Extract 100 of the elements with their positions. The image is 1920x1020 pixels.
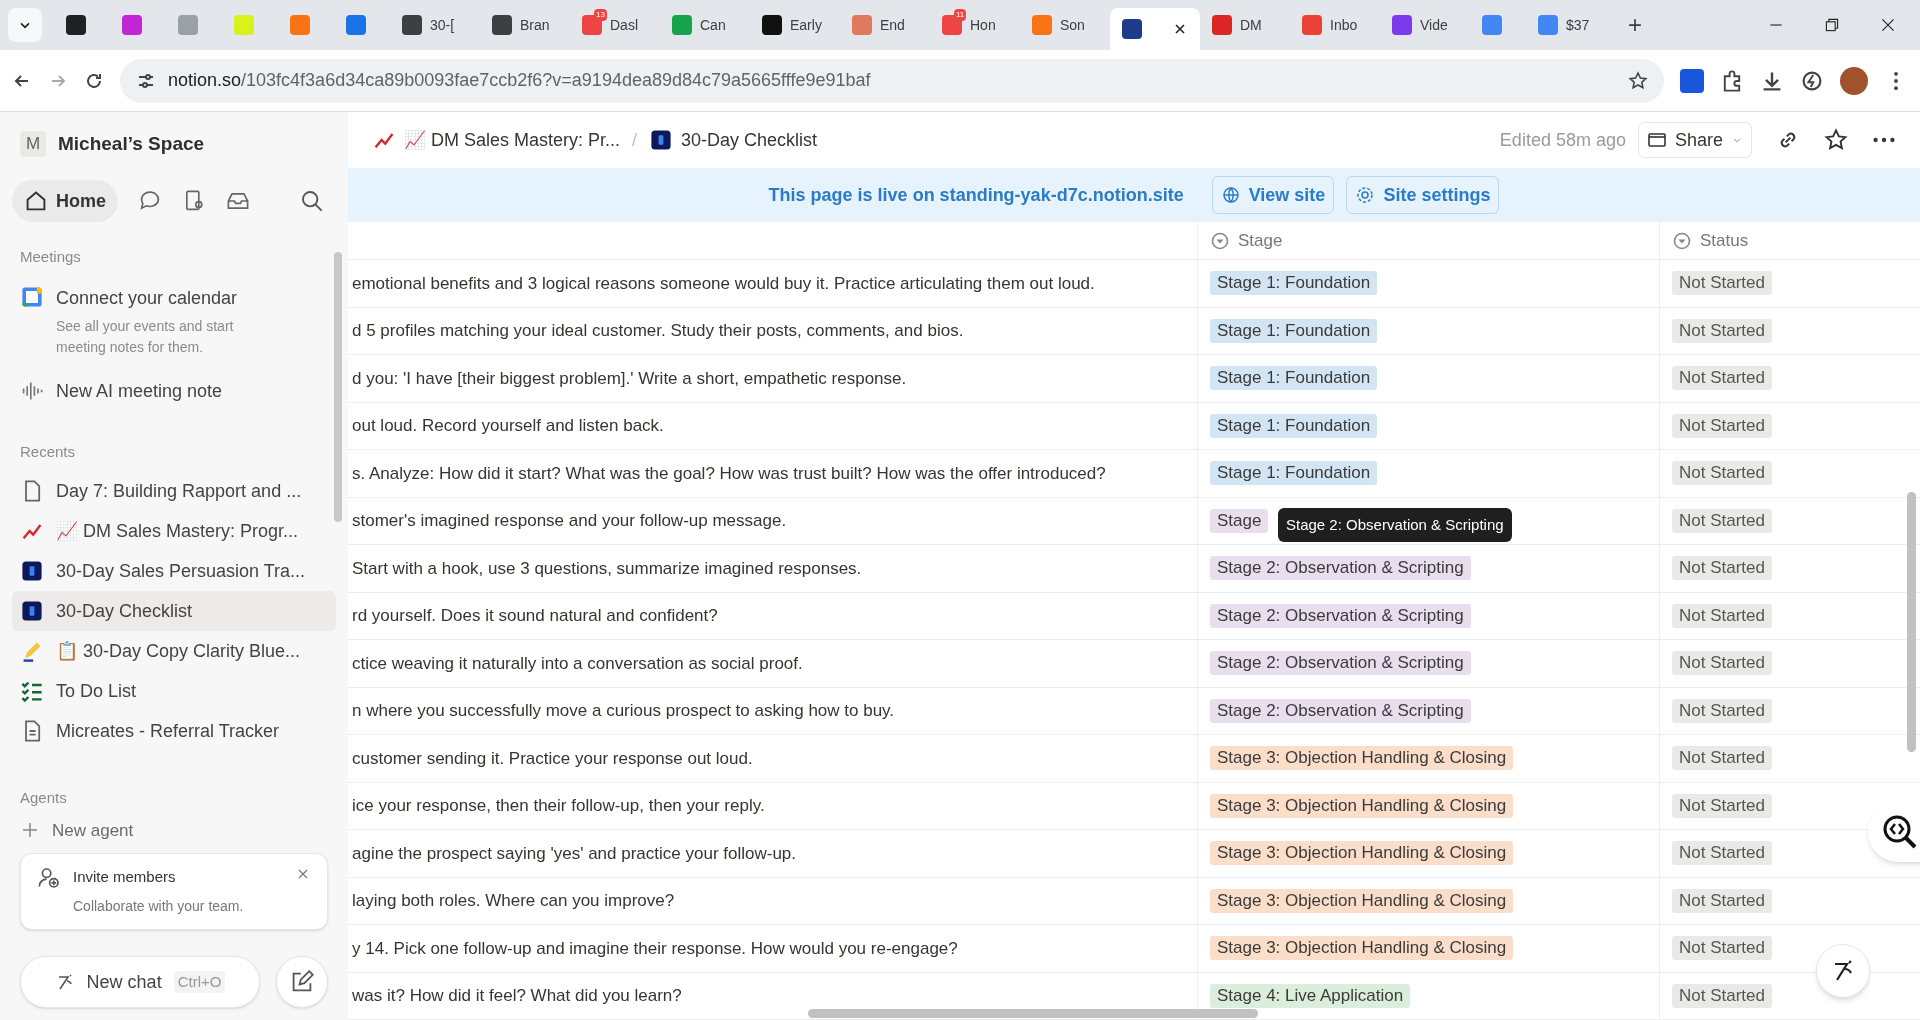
recent-page-item[interactable]: 30-Day Sales Persuasion Tra...: [12, 551, 336, 591]
gear-icon: [1355, 185, 1376, 205]
browser-tab[interactable]: DM: [1200, 7, 1290, 43]
tab-title: Dasl: [610, 15, 638, 35]
browser-tab[interactable]: 11 Hon: [930, 7, 1020, 43]
status-tag: Not Started: [1672, 271, 1772, 296]
new-agent-link[interactable]: New agent: [52, 817, 134, 843]
task-cell: agine the prospect saying 'yes' and practice your follow-up.: [348, 830, 1198, 877]
add-user-icon: [37, 865, 61, 890]
browser-tab[interactable]: End: [840, 7, 930, 43]
invite-description: Collaborate with your team.: [73, 897, 244, 916]
view-site-button[interactable]: View site: [1211, 176, 1335, 214]
stage-tag: Stage 3: Objection Handling & Closing: [1210, 793, 1514, 818]
recent-page-item[interactable]: 30-Day Checklist: [12, 591, 336, 631]
window-icon: [1646, 130, 1667, 150]
browser-tab[interactable]: Early: [750, 7, 840, 43]
tab-title: 30-[: [430, 15, 455, 35]
task-cell: out loud. Record yourself and listen back.: [348, 402, 1198, 449]
task-cell: laying both roles. Where can you improve?: [348, 877, 1198, 924]
breadcrumb-link[interactable]: 30-Day Checklist: [649, 126, 818, 154]
invite-title[interactable]: Invite members: [73, 865, 244, 888]
edited-timestamp: Edited 58m ago: [1499, 128, 1626, 152]
site-settings-button[interactable]: Site settings: [1346, 176, 1500, 214]
search-icon[interactable]: [300, 189, 324, 213]
breadcrumb-link[interactable]: 📈 DM Sales Mastery: Pr...: [372, 126, 621, 154]
stage-tag: Stage 2: Observation & Scripting: [1210, 556, 1471, 581]
recent-page-item[interactable]: To Do List: [12, 671, 336, 711]
recent-page-item[interactable]: 📈 DM Sales Mastery: Progr...: [12, 511, 336, 551]
app-icon: [20, 599, 44, 623]
address-bar[interactable]: notion.so/103fc4f3a6d34ca89b0093fae7ccb2f6?v=a9194dea89d84c79a5665fffe9e91baf: [120, 58, 1664, 103]
status-tag: Not Started: [1672, 508, 1772, 533]
stage-tag: Stage 3: Objection Handling & Closing: [1210, 888, 1514, 913]
checklist-icon: [20, 679, 44, 703]
extension-icon[interactable]: [1680, 68, 1704, 93]
breadcrumb-separator: /: [632, 128, 638, 152]
status-tag: Not Started: [1672, 793, 1772, 818]
task-cell: rd yourself. Does it sound natural and confident?: [348, 592, 1198, 639]
task-cell: Start with a hook, use 3 questions, summarize imagined responses.: [348, 545, 1198, 592]
section-heading: Agents: [19, 788, 68, 808]
task-cell: ice your response, then their follow-up, then your reply.: [348, 782, 1198, 829]
task-cell: n where you successfully move a curious prospect to asking how to buy.: [348, 687, 1198, 734]
column-header[interactable]: Status: [1660, 222, 1920, 259]
horizontal-scrollbar[interactable]: [808, 1009, 1258, 1018]
browser-tab[interactable]: Can: [660, 7, 750, 43]
browser-tab[interactable]: Inbo: [1290, 7, 1380, 43]
globe-icon: [1220, 185, 1241, 205]
tooltip: Stage 2: Observation & Scripting: [1278, 507, 1512, 542]
browser-tab[interactable]: Bran: [480, 7, 570, 43]
new-meeting-note-link[interactable]: New AI meeting note: [56, 377, 223, 405]
status-tag: Not Started: [1672, 698, 1772, 723]
ai-assistant-button[interactable]: [1816, 944, 1870, 998]
recent-page-item[interactable]: 📋 30-Day Copy Clarity Blue...: [12, 631, 336, 671]
new-chat-button[interactable]: New chat Ctrl+O: [20, 956, 260, 1008]
code-search-button[interactable]: [1868, 802, 1920, 862]
vertical-scrollbar[interactable]: [1907, 492, 1916, 752]
recent-page-item[interactable]: Day 7: Building Rapport and ...: [12, 471, 336, 511]
stage-tag: Stage 3: Objection Handling & Closing: [1210, 936, 1514, 961]
calendar-description: See all your events and start meeting notes for them.: [56, 316, 235, 357]
browser-tab[interactable]: 13 Dasl: [570, 7, 660, 43]
favorite-star-icon[interactable]: [1824, 128, 1848, 152]
home-tab[interactable]: Home: [12, 180, 118, 222]
sidebar-scrollbar[interactable]: [334, 252, 342, 522]
browser-tab[interactable]: [1110, 8, 1200, 50]
stage-tag: Stage 2: Observation & Scripting: [1210, 651, 1471, 676]
task-cell: y 14. Pick one follow-up and imagine their response. How would you re-engage?: [348, 925, 1198, 972]
status-tag: Not Started: [1672, 461, 1772, 486]
stage-tag: Stage: [1210, 508, 1269, 533]
task-cell: customer sending it. Practice your response out loud.: [348, 735, 1198, 782]
close-icon[interactable]: [1880, 17, 1896, 33]
task-cell: s. Analyze: How did it start? What was the goal? How was trust built? How was the offer introduced?: [348, 450, 1198, 497]
browser-tab[interactable]: Vide: [1380, 7, 1470, 43]
tab-title: Inbo: [1330, 15, 1358, 35]
new-tab-button[interactable]: +: [1616, 7, 1654, 43]
compose-button[interactable]: [276, 956, 328, 1008]
tab-title: $37: [1566, 15, 1590, 35]
restore-icon[interactable]: [1824, 17, 1840, 33]
browser-tab[interactable]: 30-[: [390, 7, 480, 43]
connect-calendar-link[interactable]: Connect your calendar: [56, 284, 266, 312]
status-tag: Not Started: [1672, 318, 1772, 343]
section-heading: Meetings: [19, 247, 82, 267]
recent-page-item[interactable]: Micreates - Referral Tracker: [12, 711, 336, 751]
task-cell: emotional benefits and 3 logical reasons someone would buy it. Practice articulating them out loud.: [348, 260, 1198, 307]
workspace-name[interactable]: Micheal’s Space: [58, 129, 205, 159]
stage-tag: Stage 4: Live Application: [1210, 983, 1411, 1008]
stage-tag: Stage 2: Observation & Scripting: [1210, 603, 1471, 628]
shortcut-hint: Ctrl+O: [173, 970, 226, 994]
stage-tag: Stage 1: Foundation: [1210, 366, 1378, 391]
chat-bubble-icon[interactable]: [138, 189, 162, 213]
task-cell: ctice weaving it naturally into a conversation as social proof.: [348, 640, 1198, 687]
share-button[interactable]: Share: [1637, 122, 1752, 158]
bookmark-star-icon[interactable]: [1628, 70, 1648, 91]
live-site-notice: This page is live on standing-yak-d7c.notion.site: [768, 183, 1184, 207]
url-text: notion.so/103fc4f3a6d34ca89b0093fae7ccb2f6?v=a9194dea89d84c79a5665fffe9e91baf: [168, 69, 871, 92]
profile-avatar[interactable]: [1840, 66, 1868, 95]
column-header[interactable]: Stage: [1198, 222, 1660, 259]
tab-title: Vide: [1420, 15, 1448, 35]
status-tag: Not Started: [1672, 888, 1772, 913]
browser-tab[interactable]: Son: [1020, 7, 1110, 43]
stage-tag: Stage 1: Foundation: [1210, 271, 1378, 296]
browser-tab[interactable]: $37: [1526, 7, 1616, 43]
